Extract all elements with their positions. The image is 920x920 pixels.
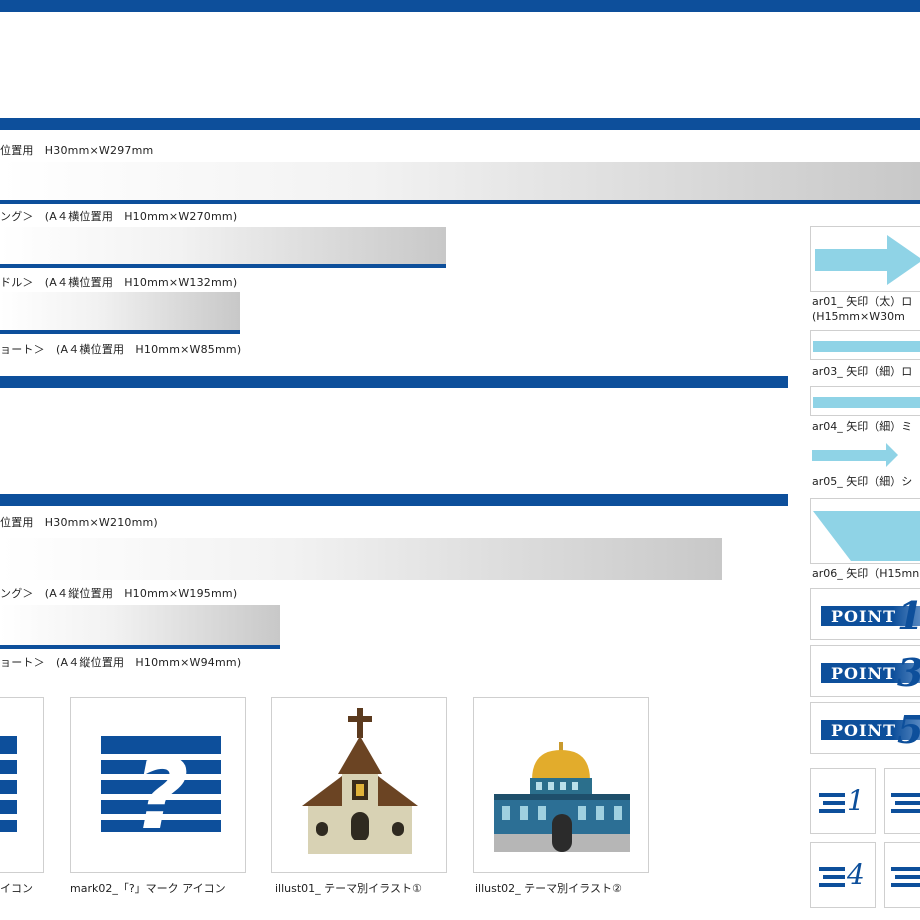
mark02-caption: mark02_「?」マーク アイコン	[70, 882, 226, 895]
a4-landscape-full-label: 位置用 H30mm×W297mm	[0, 144, 154, 157]
stripes-icon	[891, 793, 920, 813]
question-mark-icon: ?	[101, 736, 221, 851]
point-number: 5	[897, 707, 920, 752]
number-icon-1[interactable]: 1	[810, 768, 876, 834]
arrow-ar06-caption: ar06_ 矢印（H15mn	[812, 567, 920, 580]
arrow-ar01-size: (H15mm×W30m	[812, 310, 905, 323]
arrow-ar03-caption: ar03_ 矢印（細）ロ	[812, 365, 913, 378]
a4-portrait-section-band	[0, 494, 788, 506]
arrow-ar03-thumb[interactable]	[810, 330, 920, 360]
thick-arrow-icon	[815, 235, 920, 285]
a4-landscape-middle-banner	[0, 292, 240, 330]
a4-landscape-short-label: ョート＞ (A４横位置用 H10mm×W85mm)	[0, 343, 242, 356]
number-icon-2[interactable]	[884, 768, 920, 834]
point-word: POINT	[831, 664, 896, 683]
a4-landscape-full-underline	[0, 200, 920, 204]
a4-landscape-middle-underline	[0, 330, 240, 334]
arrow-ar04-caption: ar04_ 矢印（細）ミ	[812, 420, 913, 433]
wide-arrow-icon	[813, 511, 920, 561]
illust01-thumb[interactable]	[271, 697, 447, 873]
point-number: 3	[897, 650, 920, 695]
a4-landscape-header-band	[0, 118, 920, 130]
illust02-caption: illust02_ テーマ別イラスト②	[475, 882, 622, 895]
top-blue-band	[0, 0, 920, 12]
number-icon-4[interactable]: 4	[810, 842, 876, 908]
point-word: POINT	[831, 607, 896, 626]
arrow-ar06-thumb[interactable]	[810, 498, 920, 564]
a4-portrait-long-label: ング＞ (A４縦位置用 H10mm×W195mm)	[0, 587, 238, 600]
stripes-icon	[891, 867, 920, 887]
dome-mosque-icon	[494, 742, 630, 852]
number-icon-5[interactable]	[884, 842, 920, 908]
exclamation-mark-icon	[0, 736, 17, 832]
arrow-ar05-caption: ar05_ 矢印（細）シ	[812, 475, 913, 488]
point-number: 1	[897, 593, 920, 638]
arrow-ar01-caption: ar01_ 矢印（太）ロ	[812, 295, 913, 308]
church-icon	[302, 708, 418, 854]
illust01-caption: illust01_ テーマ別イラスト①	[275, 882, 422, 895]
thin-arrow-middle-icon	[813, 397, 920, 408]
a4-portrait-header-band	[0, 376, 788, 388]
point-word: POINT	[831, 721, 896, 740]
point-badge-1[interactable]: POINT 1	[810, 588, 920, 640]
thin-arrow-short-icon	[812, 443, 898, 467]
number-label: 4	[847, 858, 865, 891]
thin-arrow-long-icon	[813, 341, 920, 352]
a4-landscape-long-label: ング＞ (A４横位置用 H10mm×W270mm)	[0, 210, 238, 223]
a4-portrait-long-underline	[0, 645, 280, 649]
a4-landscape-long-banner	[0, 227, 446, 264]
a4-portrait-long-banner	[0, 605, 280, 645]
mark02-thumb[interactable]: ?	[70, 697, 246, 873]
a4-portrait-full-banner	[0, 538, 722, 580]
a4-portrait-short-label: ョート＞ (A４縦位置用 H10mm×W94mm)	[0, 656, 242, 669]
a4-portrait-full-label: 位置用 H30mm×W210mm)	[0, 516, 158, 529]
mark01-thumb[interactable]	[0, 697, 44, 873]
point-badge-3[interactable]: POINT 3	[810, 645, 920, 697]
arrow-ar05-thumb[interactable]	[810, 440, 900, 470]
question-glyph: ?	[133, 739, 189, 851]
arrow-ar01-thumb[interactable]	[810, 226, 920, 292]
point-badge-5[interactable]: POINT 5	[810, 702, 920, 754]
illust02-thumb[interactable]	[473, 697, 649, 873]
arrow-ar04-thumb[interactable]	[810, 386, 920, 416]
mark01-caption: イコン	[0, 882, 33, 895]
number-label: 1	[847, 784, 865, 817]
a4-landscape-middle-label: ドル＞ (A４横位置用 H10mm×W132mm)	[0, 276, 238, 289]
a4-landscape-full-banner	[0, 162, 920, 200]
a4-landscape-long-underline	[0, 264, 446, 268]
